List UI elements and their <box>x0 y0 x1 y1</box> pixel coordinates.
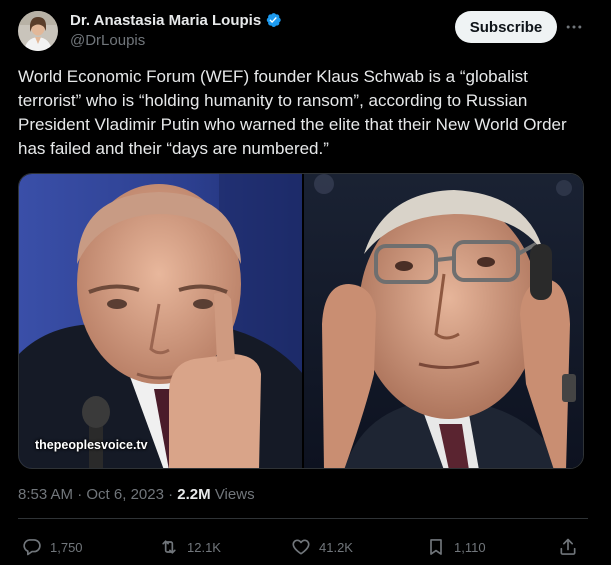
author-handle[interactable]: @DrLoupis <box>70 32 145 49</box>
bookmark-button[interactable]: 1,110 <box>426 532 486 562</box>
subscribe-button[interactable]: Subscribe <box>455 11 557 43</box>
photo-right[interactable] <box>304 174 583 468</box>
tweet-text: World Economic Forum (WEF) founder Klaus… <box>18 67 567 158</box>
verified-badge-icon <box>266 13 281 27</box>
bookmark-icon <box>430 539 442 555</box>
heart-icon <box>292 539 310 555</box>
author-name[interactable]: Dr. Anastasia Maria Loupis <box>70 12 261 29</box>
reply-button[interactable]: 1,750 <box>22 532 83 562</box>
repost-button[interactable]: 12.1K <box>159 532 221 562</box>
repost-count: 12.1K <box>187 539 221 555</box>
repost-icon <box>162 540 176 554</box>
reply-count: 1,750 <box>50 539 83 555</box>
media-grid[interactable]: thepeoplesvoice.tv <box>18 173 584 469</box>
avatar[interactable] <box>18 11 58 51</box>
views-label: Views <box>210 486 255 503</box>
tweet-date[interactable]: Oct 6, 2023 <box>86 486 164 503</box>
author-name-row[interactable]: Dr. Anastasia Maria Loupis <box>70 11 282 29</box>
divider <box>18 518 588 519</box>
views-count[interactable]: 2.2M <box>177 486 210 503</box>
media-watermark: thepeoplesvoice.tv <box>35 438 148 452</box>
meta-separator: · <box>73 486 87 503</box>
tweet: Dr. Anastasia Maria Loupis @DrLoupis Sub… <box>0 0 611 565</box>
tweet-time[interactable]: 8:53 AM <box>18 486 73 503</box>
like-count: 41.2K <box>319 539 353 555</box>
bookmark-count: 1,110 <box>454 539 486 555</box>
share-icon <box>560 538 576 555</box>
action-bar: 1,750 12.1K 41.2K 1,110 <box>0 532 611 562</box>
more-horizontal-icon[interactable] <box>562 15 586 39</box>
photo-left[interactable]: thepeoplesvoice.tv <box>19 174 302 468</box>
like-button[interactable]: 41.2K <box>291 532 353 562</box>
meta-separator: · <box>163 486 178 503</box>
reply-icon <box>23 539 41 556</box>
tweet-meta: 8:53 AM · Oct 6, 2023 · 2.2M Views <box>18 486 255 503</box>
share-button[interactable] <box>558 532 578 562</box>
